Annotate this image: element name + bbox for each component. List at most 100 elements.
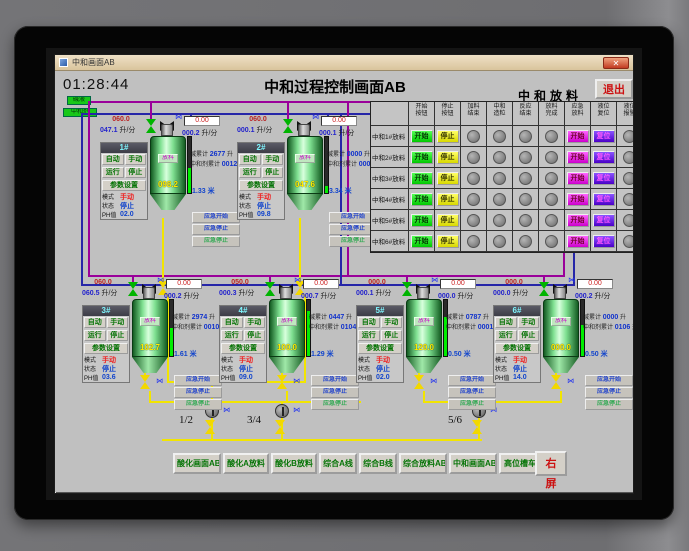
row-label: 中和6#放料 xyxy=(371,231,409,252)
manual-button[interactable]: 手动 xyxy=(380,317,402,328)
discharge-done-indicator xyxy=(545,213,558,227)
stop-button[interactable]: 停止 xyxy=(436,150,459,164)
nav-button[interactable]: 综合B线 xyxy=(359,453,397,474)
window-titlebar: 中和画面AB ✕ xyxy=(55,55,633,71)
stop-button[interactable]: 停止 xyxy=(124,167,146,178)
auto-button[interactable]: 自动 xyxy=(239,154,261,165)
level-reset-button[interactable]: 复位 xyxy=(592,150,615,164)
emergency-stop2-button[interactable]: 应急停止 xyxy=(448,399,496,410)
stop-button[interactable]: 停止 xyxy=(436,213,459,227)
stop-button[interactable]: 停止 xyxy=(436,171,459,185)
emergency-stop-button[interactable]: 应急停止 xyxy=(311,387,359,398)
params-button[interactable]: 参数设置 xyxy=(239,180,283,191)
run-button[interactable]: 运行 xyxy=(495,330,517,341)
emergency-discharge-button[interactable]: 开始 xyxy=(566,150,589,164)
start-button[interactable]: 开始 xyxy=(410,150,433,164)
tank-discharge-button[interactable]: 放料 xyxy=(295,154,315,163)
exit-button[interactable]: 退出 xyxy=(595,79,633,99)
params-button[interactable]: 参数设置 xyxy=(84,343,128,354)
emergency-stop-button[interactable]: 应急停止 xyxy=(174,387,222,398)
stop-button[interactable]: 停止 xyxy=(436,129,459,143)
level-reset-button[interactable]: 复位 xyxy=(592,213,615,227)
emergency-discharge-button[interactable]: 开始 xyxy=(566,129,589,143)
level-reset-button[interactable]: 复位 xyxy=(592,171,615,185)
hmi-screen: 01:28:44 中和过程控制画面AB 中和放料 退出 碱液 中和剂 1/2 ⋈… xyxy=(55,71,633,492)
agitator-motor-icon xyxy=(280,287,292,299)
start-button[interactable]: 开始 xyxy=(410,171,433,185)
manual-button[interactable]: 手动 xyxy=(243,317,265,328)
start-button[interactable]: 开始 xyxy=(410,234,433,248)
params-button[interactable]: 参数设置 xyxy=(358,343,402,354)
nav-button[interactable]: 综合放料AB xyxy=(399,453,447,474)
tank-discharge-button[interactable]: 放料 xyxy=(551,317,571,326)
params-button[interactable]: 参数设置 xyxy=(221,343,265,354)
stop-button[interactable]: 停止 xyxy=(261,167,283,178)
run-button[interactable]: 运行 xyxy=(84,330,106,341)
emergency-stop2-button[interactable]: 应急停止 xyxy=(585,399,633,410)
discharge-valve-icon xyxy=(414,375,424,382)
auto-button[interactable]: 自动 xyxy=(102,154,124,165)
manual-button[interactable]: 手动 xyxy=(517,317,539,328)
nav-button[interactable]: 中和画面AB xyxy=(449,453,497,474)
ph-value: 03.6 xyxy=(102,374,116,381)
run-button[interactable]: 运行 xyxy=(239,167,261,178)
level-reset-button[interactable]: 复位 xyxy=(592,129,615,143)
tank-discharge-button[interactable]: 放料 xyxy=(158,154,178,163)
emergency-discharge-button[interactable]: 开始 xyxy=(566,234,589,248)
emergency-stop-button[interactable]: 应急停止 xyxy=(585,387,633,398)
stop-button[interactable]: 停止 xyxy=(106,330,128,341)
run-button[interactable]: 运行 xyxy=(221,330,243,341)
nav-button[interactable]: 酸化A放料 xyxy=(223,453,269,474)
start-button[interactable]: 开始 xyxy=(410,192,433,206)
params-button[interactable]: 参数设置 xyxy=(495,343,539,354)
stop-button[interactable]: 停止 xyxy=(436,192,459,206)
stop-button[interactable]: 停止 xyxy=(517,330,539,341)
auto-button[interactable]: 自动 xyxy=(84,317,106,328)
nav-button[interactable]: 酸化B放料 xyxy=(271,453,317,474)
manual-button[interactable]: 手动 xyxy=(261,154,283,165)
manual-button[interactable]: 手动 xyxy=(124,154,146,165)
unit-title: 5# xyxy=(357,306,403,316)
stop-button[interactable]: 停止 xyxy=(243,330,265,341)
discharge-valve-icon xyxy=(414,382,424,389)
nav-button[interactable]: 酸化画面AB xyxy=(173,453,221,474)
emergency-stop-button[interactable]: 应急停止 xyxy=(192,224,240,235)
emergency-discharge-button[interactable]: 开始 xyxy=(566,192,589,206)
stop-button[interactable]: 停止 xyxy=(436,234,459,248)
close-icon[interactable]: ✕ xyxy=(603,56,629,69)
start-button[interactable]: 开始 xyxy=(410,129,433,143)
auto-button[interactable]: 自动 xyxy=(221,317,243,328)
tank-discharge-button[interactable]: 放料 xyxy=(140,317,160,326)
emergency-stop2-button[interactable]: 应急停止 xyxy=(192,236,240,247)
level-reset-button[interactable]: 复位 xyxy=(592,192,615,206)
stop-button[interactable]: 停止 xyxy=(380,330,402,341)
manual-button[interactable]: 手动 xyxy=(106,317,128,328)
feed-done-indicator xyxy=(467,192,480,206)
emergency-discharge-button[interactable]: 开始 xyxy=(566,171,589,185)
emergency-stop-button[interactable]: 应急停止 xyxy=(448,387,496,398)
emergency-start-button[interactable]: 应急开始 xyxy=(192,212,240,223)
params-button[interactable]: 参数设置 xyxy=(102,180,146,191)
emergency-start-button[interactable]: 应急开始 xyxy=(448,375,496,386)
tank-discharge-button[interactable]: 放料 xyxy=(277,317,297,326)
emergency-start-button[interactable]: 应急开始 xyxy=(585,375,633,386)
reactor-row-bottom: 060.0 060.5 升/分 ⋈ 0.00 000.2 升/分 3# 自动 手… xyxy=(82,275,633,439)
emergency-discharge-button[interactable]: 开始 xyxy=(566,213,589,227)
nav-button[interactable]: 综合A线 xyxy=(319,453,357,474)
run-button[interactable]: 运行 xyxy=(358,330,380,341)
emergency-stop2-button[interactable]: 应急停止 xyxy=(311,399,359,410)
tank-discharge-button[interactable]: 放料 xyxy=(414,317,434,326)
table-row: 中和1#放料 开始 停止 开始 复位 xyxy=(371,126,633,147)
run-button[interactable]: 运行 xyxy=(102,167,124,178)
right-screen-button[interactable]: 右屏 xyxy=(535,451,567,490)
emergency-start-button[interactable]: 应急开始 xyxy=(311,375,359,386)
auto-button[interactable]: 自动 xyxy=(495,317,517,328)
start-button[interactable]: 开始 xyxy=(410,213,433,227)
emergency-stop2-button[interactable]: 应急停止 xyxy=(174,399,222,410)
emergency-start-button[interactable]: 应急开始 xyxy=(174,375,222,386)
agitator-motor-icon xyxy=(161,124,173,136)
alkali-total-value: 2974 xyxy=(191,314,208,321)
discharge-valve-icon xyxy=(551,382,561,389)
auto-button[interactable]: 自动 xyxy=(358,317,380,328)
level-reset-button[interactable]: 复位 xyxy=(592,234,615,248)
